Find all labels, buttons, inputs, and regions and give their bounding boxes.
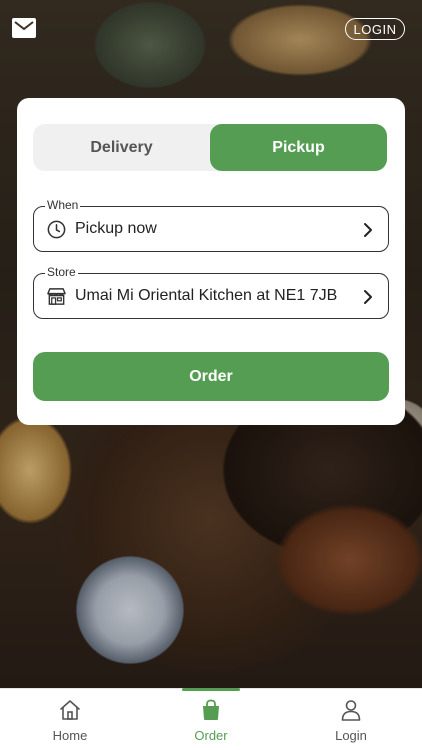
order-button[interactable]: Order (33, 352, 389, 401)
chevron-right-icon (364, 290, 372, 304)
order-mode-toggle: Delivery Pickup (33, 124, 387, 171)
nav-label-home: Home (52, 728, 88, 743)
clock-icon (47, 220, 66, 239)
mail-button[interactable] (12, 18, 36, 38)
bottom-navigation: Home Order Login (0, 688, 422, 750)
when-field-value: Pickup now (75, 220, 157, 237)
store-field-value: Umai Mi Oriental Kitchen at NE1 7JB (75, 287, 338, 304)
user-icon (341, 700, 361, 721)
nav-label-order: Order (194, 728, 228, 743)
order-options-card: Delivery Pickup When Pickup now Store Um… (17, 98, 405, 425)
pickup-tab[interactable]: Pickup (210, 124, 387, 171)
chevron-right-icon (364, 223, 372, 237)
shopping-bag-icon (203, 699, 219, 720)
when-field-label: When (45, 198, 81, 212)
home-icon (60, 700, 80, 720)
nav-label-login: Login (335, 728, 367, 743)
active-tab-indicator (182, 688, 240, 691)
mail-icon (12, 18, 36, 38)
nav-item-login[interactable]: Login (301, 689, 401, 750)
when-field[interactable]: When Pickup now (33, 198, 389, 252)
delivery-tab[interactable]: Delivery (33, 124, 210, 171)
store-field-label: Store (45, 265, 78, 279)
nav-item-order[interactable]: Order (161, 689, 261, 750)
store-field[interactable]: Store Umai Mi Oriental Kitchen at NE1 7J… (33, 265, 389, 319)
nav-item-home[interactable]: Home (20, 689, 120, 750)
store-icon (47, 288, 66, 305)
login-button[interactable]: LOGIN (345, 18, 405, 40)
